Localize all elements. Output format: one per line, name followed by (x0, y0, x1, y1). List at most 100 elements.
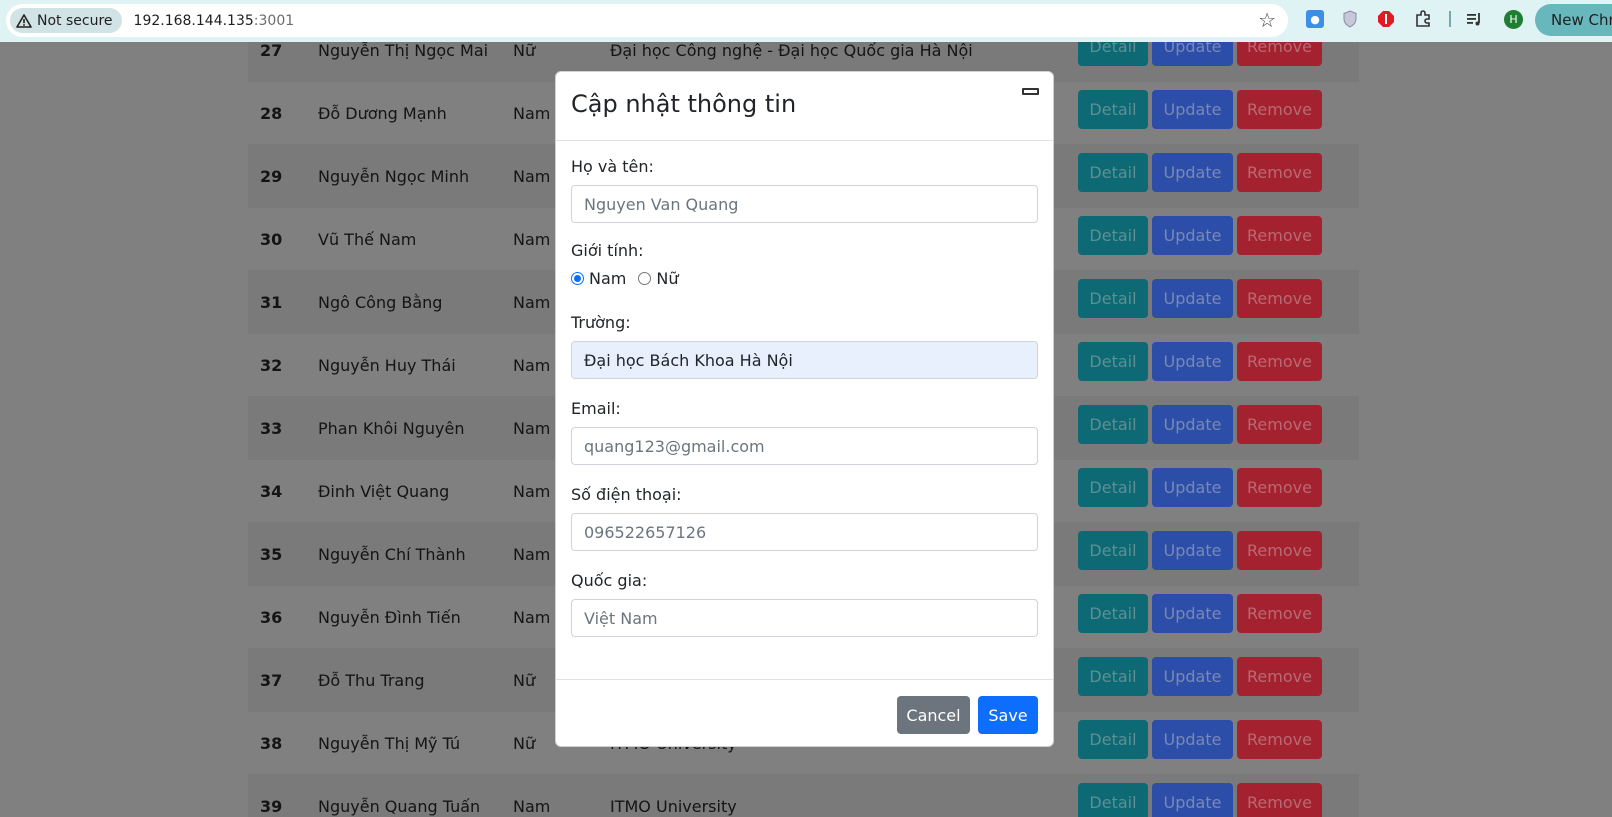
cancel-button[interactable]: Cancel (897, 696, 970, 734)
row-id: 38 (260, 734, 283, 753)
row-actions: Detail Update Remove (1078, 279, 1322, 318)
security-indicator[interactable]: Not secure (10, 8, 122, 33)
update-button[interactable]: Update (1152, 153, 1233, 192)
row-name: Đỗ Thu Trang (318, 671, 425, 690)
update-button[interactable]: Update (1152, 657, 1233, 696)
update-button[interactable]: Update (1152, 279, 1233, 318)
detail-button[interactable]: Detail (1078, 216, 1148, 255)
url-text[interactable]: 192.168.144.135:3001 (134, 13, 295, 29)
remove-button[interactable]: Remove (1237, 216, 1322, 255)
detail-button[interactable]: Detail (1078, 531, 1148, 570)
remove-button[interactable]: Remove (1237, 531, 1322, 570)
row-gender: Nam (513, 419, 551, 438)
gender-radio-male[interactable] (571, 272, 584, 285)
row-name: Vũ Thế Nam (318, 230, 417, 249)
remove-button[interactable]: Remove (1237, 153, 1322, 192)
row-id: 34 (260, 482, 283, 501)
row-id: 36 (260, 608, 283, 627)
row-gender: Nam (513, 797, 551, 816)
modal-header: Cập nhật thông tin (556, 72, 1053, 141)
warning-icon (16, 13, 32, 28)
email-input[interactable]: quang123@gmail.com (571, 427, 1038, 465)
update-info-modal: Cập nhật thông tin Họ và tên: Nguyen Van… (555, 71, 1054, 747)
new-chrome-button[interactable]: New Chrome (1535, 4, 1612, 36)
extensions-puzzle-icon[interactable] (1414, 10, 1432, 28)
close-icon[interactable] (1022, 88, 1039, 95)
row-gender: Nam (513, 482, 551, 501)
detail-button[interactable]: Detail (1078, 594, 1148, 633)
bookmark-star-icon[interactable]: ☆ (1258, 10, 1276, 30)
update-button[interactable]: Update (1152, 342, 1233, 381)
update-button[interactable]: Update (1152, 783, 1233, 817)
row-actions: Detail Update Remove (1078, 90, 1322, 129)
row-name: Nguyễn Ngọc Minh (318, 167, 470, 186)
remove-button[interactable]: Remove (1237, 90, 1322, 129)
update-button[interactable]: Update (1152, 531, 1233, 570)
detail-button[interactable]: Detail (1078, 90, 1148, 129)
update-button[interactable]: Update (1152, 42, 1233, 66)
remove-button[interactable]: Remove (1237, 594, 1322, 633)
row-actions: Detail Update Remove (1078, 531, 1322, 570)
name-input[interactable]: Nguyen Van Quang (571, 185, 1038, 223)
row-actions: Detail Update Remove (1078, 216, 1322, 255)
phone-input[interactable]: 096522657126 (571, 513, 1038, 551)
gender-radio-female[interactable] (638, 272, 652, 285)
water-drop-extension-icon[interactable]: ● (1306, 10, 1324, 28)
school-label: Trường: (571, 313, 631, 332)
row-id: 37 (260, 671, 283, 690)
update-button[interactable]: Update (1152, 405, 1233, 444)
detail-button[interactable]: Detail (1078, 279, 1148, 318)
row-name: Đinh Việt Quang (318, 482, 450, 501)
url-port: :3001 (253, 12, 295, 29)
school-input[interactable]: Đại học Bách Khoa Hà Nội (571, 341, 1038, 379)
remove-button[interactable]: Remove (1237, 279, 1322, 318)
country-input[interactable]: Việt Nam (571, 599, 1038, 637)
update-button[interactable]: Update (1152, 468, 1233, 507)
row-gender: Nam (513, 356, 551, 375)
remove-button[interactable]: Remove (1237, 42, 1322, 66)
detail-button[interactable]: Detail (1078, 342, 1148, 381)
detail-button[interactable]: Detail (1078, 783, 1148, 817)
gender-label: Giới tính: (571, 241, 644, 260)
remove-button[interactable]: Remove (1237, 720, 1322, 759)
detail-button[interactable]: Detail (1078, 405, 1148, 444)
remove-button[interactable]: Remove (1237, 783, 1322, 817)
shield-extension-icon[interactable] (1341, 10, 1359, 28)
remove-button[interactable]: Remove (1237, 405, 1322, 444)
row-name: Nguyễn Đình Tiến (318, 608, 461, 627)
remove-button[interactable]: Remove (1237, 657, 1322, 696)
row-gender: Nam (513, 545, 551, 564)
remove-button[interactable]: Remove (1237, 342, 1322, 381)
detail-button[interactable]: Detail (1078, 468, 1148, 507)
phone-label: Số điện thoại: (571, 485, 682, 504)
email-label: Email: (571, 399, 621, 418)
row-actions: Detail Update Remove (1078, 342, 1322, 381)
update-button[interactable]: Update (1152, 216, 1233, 255)
detail-button[interactable]: Detail (1078, 42, 1148, 66)
stop-extension-icon[interactable] (1377, 10, 1395, 28)
detail-button[interactable]: Detail (1078, 153, 1148, 192)
gender-option-male-label[interactable]: Nam (589, 269, 626, 288)
update-button[interactable]: Update (1152, 720, 1233, 759)
row-actions: Detail Update Remove (1078, 42, 1322, 66)
row-name: Nguyễn Huy Thái (318, 356, 456, 375)
gender-option-female-label[interactable]: Nữ (656, 269, 678, 288)
row-gender: Nam (513, 293, 551, 312)
row-id: 31 (260, 293, 283, 312)
row-name: Nguyễn Chí Thành (318, 545, 466, 564)
profile-avatar[interactable]: H (1504, 10, 1523, 29)
row-actions: Detail Update Remove (1078, 783, 1322, 817)
address-bar[interactable]: Not secure 192.168.144.135:3001 ☆ (6, 4, 1288, 37)
update-button[interactable]: Update (1152, 594, 1233, 633)
media-control-icon[interactable] (1466, 10, 1484, 28)
detail-button[interactable]: Detail (1078, 720, 1148, 759)
row-gender: Nữ (513, 671, 536, 690)
update-button[interactable]: Update (1152, 90, 1233, 129)
row-gender: Nam (513, 104, 551, 123)
row-actions: Detail Update Remove (1078, 594, 1322, 633)
detail-button[interactable]: Detail (1078, 657, 1148, 696)
save-button[interactable]: Save (978, 696, 1038, 734)
row-gender: Nam (513, 608, 551, 627)
remove-button[interactable]: Remove (1237, 468, 1322, 507)
row-actions: Detail Update Remove (1078, 720, 1322, 759)
